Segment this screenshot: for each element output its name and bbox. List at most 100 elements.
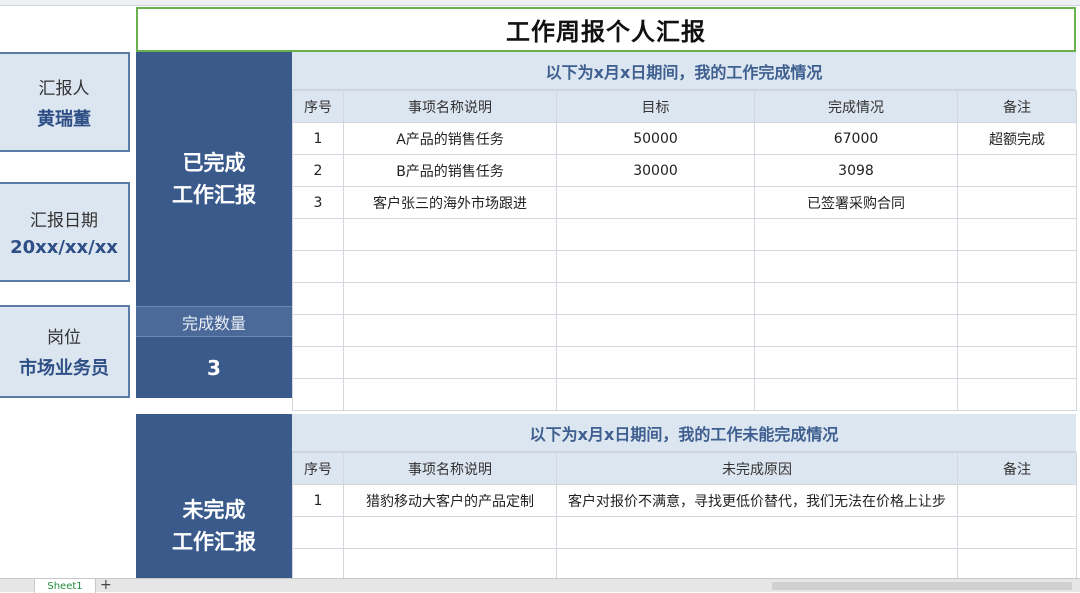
cell[interactable] (957, 282, 1077, 315)
cell[interactable] (292, 378, 344, 411)
reporter-label: 汇报人 (38, 78, 90, 99)
cell[interactable]: 猎豹移动大客户的产品定制 (343, 484, 557, 517)
cell[interactable] (343, 282, 557, 315)
table-row (292, 346, 1077, 379)
cell[interactable] (957, 154, 1077, 187)
horizontal-scrollbar[interactable] (772, 582, 1072, 590)
table-row (292, 548, 1077, 581)
incomplete-panel-line2: 工作汇报 (172, 530, 256, 554)
cell[interactable] (292, 218, 344, 251)
cell[interactable] (957, 516, 1077, 549)
col-item[interactable]: 事项名称说明 (343, 452, 557, 485)
cell[interactable] (957, 314, 1077, 347)
completed-section-header: 以下为x月x日期间，我的工作完成情况 (292, 52, 1076, 90)
table-row (292, 218, 1077, 251)
cell[interactable]: 客户对报价不满意，寻找更低价替代，我们无法在价格上让步 (556, 484, 958, 517)
sheet-tab-bar: Sheet1 + (0, 577, 1080, 593)
table-row (292, 378, 1077, 411)
cell[interactable]: 客户张三的海外市场跟进 (343, 186, 557, 219)
cell[interactable] (343, 548, 557, 581)
cell[interactable] (754, 378, 958, 411)
cell[interactable]: B产品的销售任务 (343, 154, 557, 187)
table-row: 1 A产品的销售任务 50000 67000 超额完成 (292, 122, 1077, 155)
completed-panel-line2: 工作汇报 (172, 183, 256, 207)
cell[interactable] (292, 250, 344, 283)
reporter-box: 汇报人 黄瑞董 (0, 52, 130, 152)
cell[interactable] (556, 346, 755, 379)
sheet-tab[interactable]: Sheet1 (34, 579, 96, 593)
cell[interactable]: 1 (292, 484, 344, 517)
cell[interactable]: 67000 (754, 122, 958, 155)
cell[interactable] (754, 346, 958, 379)
col-notes[interactable]: 备注 (957, 452, 1077, 485)
cell[interactable] (556, 282, 755, 315)
report-date-box: 汇报日期 20xx/xx/xx (0, 182, 130, 282)
cell[interactable] (754, 282, 958, 315)
cell[interactable] (957, 186, 1077, 219)
cell[interactable] (292, 314, 344, 347)
cell[interactable] (556, 314, 755, 347)
cell[interactable] (754, 218, 958, 251)
cell[interactable] (556, 186, 755, 219)
cell[interactable]: 30000 (556, 154, 755, 187)
completed-table-header: 序号 事项名称说明 目标 完成情况 备注 (292, 90, 1077, 123)
cell[interactable] (556, 250, 755, 283)
col-index[interactable]: 序号 (292, 452, 344, 485)
table-row: 2 B产品的销售任务 30000 3098 (292, 154, 1077, 187)
cell[interactable] (343, 314, 557, 347)
cell[interactable]: 3098 (754, 154, 958, 187)
cell[interactable]: 3 (292, 186, 344, 219)
col-index[interactable]: 序号 (292, 90, 344, 123)
cell[interactable] (292, 548, 344, 581)
cell[interactable] (343, 516, 557, 549)
cell[interactable] (957, 548, 1077, 581)
cell[interactable]: 已签署采购合同 (754, 186, 958, 219)
cell[interactable]: 超额完成 (957, 122, 1077, 155)
cell[interactable] (754, 250, 958, 283)
incomplete-panel-line1: 未完成 (182, 498, 246, 522)
completed-count-label: 完成数量 (136, 306, 292, 337)
cell[interactable] (343, 218, 557, 251)
cell[interactable] (957, 378, 1077, 411)
col-item[interactable]: 事项名称说明 (343, 90, 557, 123)
cell[interactable] (292, 346, 344, 379)
cell[interactable]: 1 (292, 122, 344, 155)
cell[interactable] (292, 516, 344, 549)
col-reason[interactable]: 未完成原因 (556, 452, 958, 485)
col-notes[interactable]: 备注 (957, 90, 1077, 123)
cell[interactable] (957, 484, 1077, 517)
incomplete-section-header: 以下为x月x日期间，我的工作未能完成情况 (292, 414, 1076, 452)
cell[interactable] (556, 218, 755, 251)
cell[interactable] (957, 250, 1077, 283)
cell[interactable] (556, 516, 958, 549)
incomplete-table-header: 序号 事项名称说明 未完成原因 备注 (292, 452, 1077, 485)
cell[interactable] (292, 282, 344, 315)
add-sheet-button[interactable]: + (100, 577, 112, 593)
table-row (292, 250, 1077, 283)
position-label: 岗位 (47, 328, 81, 348)
position-box: 岗位 市场业务员 (0, 305, 130, 398)
reporter-value: 黄瑞董 (37, 108, 91, 130)
table-row: 1 猎豹移动大客户的产品定制 客户对报价不满意，寻找更低价替代，我们无法在价格上… (292, 484, 1077, 517)
incomplete-table: 序号 事项名称说明 未完成原因 备注 1 猎豹移动大客户的产品定制 客户对报价不… (292, 452, 1077, 581)
cell[interactable] (754, 314, 958, 347)
cell[interactable]: 50000 (556, 122, 755, 155)
cell[interactable] (343, 250, 557, 283)
cell[interactable] (957, 346, 1077, 379)
incomplete-panel: 未完成 工作汇报 (136, 414, 292, 578)
cell[interactable] (343, 378, 557, 411)
position-value: 市场业务员 (19, 358, 109, 379)
table-row: 3 客户张三的海外市场跟进 已签署采购合同 (292, 186, 1077, 219)
col-status[interactable]: 完成情况 (754, 90, 958, 123)
cell[interactable] (556, 548, 958, 581)
report-date-label: 汇报日期 (30, 211, 98, 231)
report-date-value: 20xx/xx/xx (10, 237, 118, 258)
cell[interactable] (957, 218, 1077, 251)
column-header-strip[interactable] (0, 0, 1080, 6)
cell[interactable] (343, 346, 557, 379)
table-row (292, 314, 1077, 347)
col-target[interactable]: 目标 (556, 90, 755, 123)
cell[interactable]: 2 (292, 154, 344, 187)
cell[interactable]: A产品的销售任务 (343, 122, 557, 155)
cell[interactable] (556, 378, 755, 411)
